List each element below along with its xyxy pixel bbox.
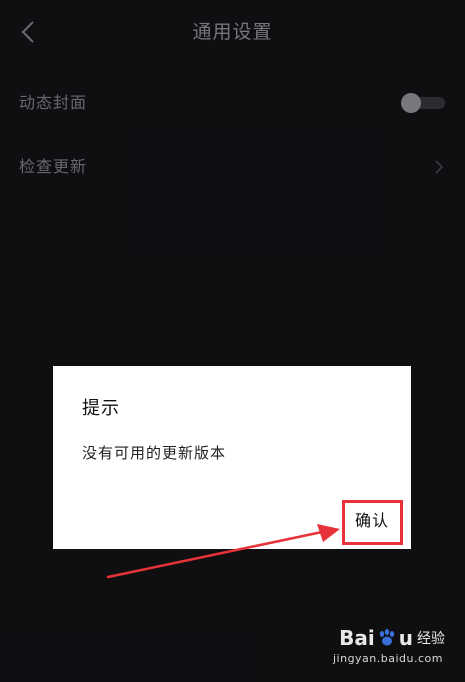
- update-dialog: 提示 没有可用的更新版本 确认: [53, 366, 411, 549]
- modal-overlay: [0, 0, 465, 682]
- settings-screen: 通用设置 动态封面 检查更新 提示 没有可用的更新版本 确认 Bai u 经验 …: [0, 0, 465, 682]
- dialog-title: 提示: [82, 398, 120, 419]
- confirm-button[interactable]: 确认: [342, 499, 402, 543]
- dialog-message: 没有可用的更新版本: [82, 444, 227, 462]
